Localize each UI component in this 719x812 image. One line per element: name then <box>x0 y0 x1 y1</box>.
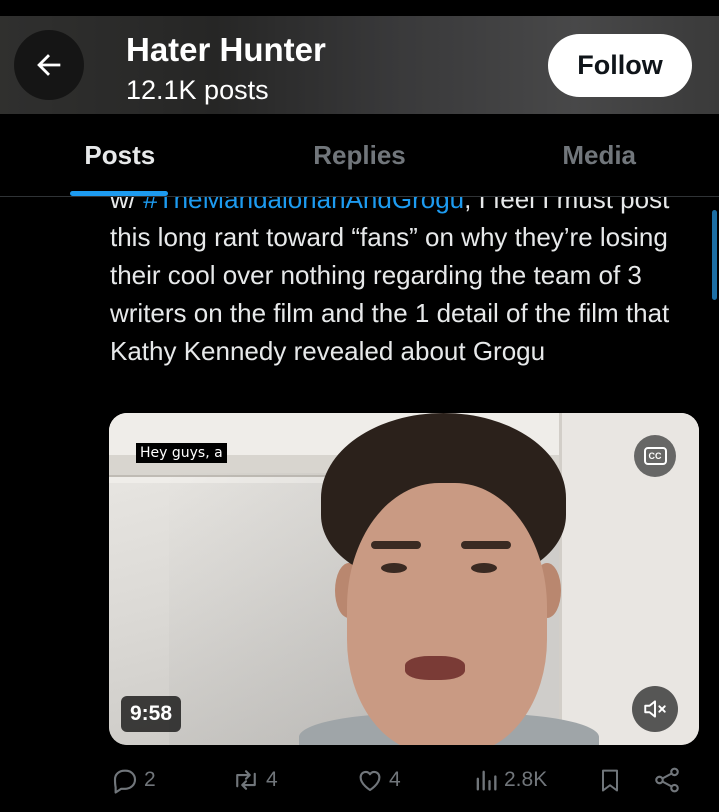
share-button[interactable] <box>652 762 682 798</box>
follow-button[interactable]: Follow <box>548 34 692 97</box>
reply-button[interactable]: 2 <box>110 762 156 798</box>
active-tab-indicator <box>70 191 168 196</box>
views-button[interactable]: 2.8K <box>472 762 547 798</box>
bookmark-icon <box>602 769 618 792</box>
video-frame-mouth <box>405 656 465 680</box>
tab-media[interactable]: Media <box>479 114 719 196</box>
video-frame-door <box>559 413 699 745</box>
profile-name: Hater Hunter <box>126 31 326 68</box>
video-frame-eye-left <box>381 563 407 573</box>
tab-posts[interactable]: Posts <box>0 114 240 196</box>
hashtag-link[interactable]: #TheMandalorianAndGrogu <box>143 197 464 214</box>
video-caption: Hey guys, a <box>136 443 227 463</box>
post-action-bar: 2 4 4 2.8K <box>0 752 719 808</box>
profile-header: Hater Hunter 12.1K posts Follow <box>0 16 719 114</box>
back-button[interactable] <box>14 30 84 100</box>
video-frame-eye-right <box>471 563 497 573</box>
cc-icon: CC <box>643 447 667 465</box>
speaker-muted-icon <box>644 700 666 718</box>
bookmark-button[interactable] <box>596 762 624 798</box>
reply-icon <box>113 769 137 794</box>
repost-icon <box>236 770 256 790</box>
post-text-body: , I feel I must post this long rant towa… <box>110 197 670 366</box>
video-frame-face <box>347 483 547 745</box>
share-icon <box>655 767 679 793</box>
video-duration: 9:58 <box>121 696 182 732</box>
post-text-prefix: w/ <box>110 197 144 214</box>
views-chart-icon <box>476 770 497 791</box>
post-text: w/ #TheMandalorianAndGrogu, I feel I mus… <box>110 197 710 370</box>
like-button[interactable]: 4 <box>355 762 401 798</box>
repost-count: 4 <box>266 768 278 791</box>
post-count: 12.1K posts <box>126 75 269 105</box>
mute-button[interactable] <box>632 686 678 732</box>
closed-captions-button[interactable]: CC <box>634 435 676 477</box>
arrow-left-icon <box>37 54 61 76</box>
reply-count: 2 <box>144 768 156 791</box>
views-count: 2.8K <box>504 768 548 791</box>
profile-title-block: Hater Hunter 12.1K posts <box>126 30 326 108</box>
status-bar <box>0 0 719 16</box>
profile-tabs: Posts Replies Media <box>0 114 719 197</box>
post-text-container: w/ #TheMandalorianAndGrogu, I feel I mus… <box>0 197 719 407</box>
scrollbar[interactable] <box>712 210 717 300</box>
video-frame-brow-right <box>461 541 511 549</box>
like-count: 4 <box>389 768 401 791</box>
heart-icon <box>359 770 381 792</box>
video-player[interactable]: Hey guys, a CC 9:58 <box>109 413 699 745</box>
repost-button[interactable]: 4 <box>230 762 278 798</box>
video-frame-brow-left <box>371 541 421 549</box>
tab-replies[interactable]: Replies <box>240 114 480 196</box>
